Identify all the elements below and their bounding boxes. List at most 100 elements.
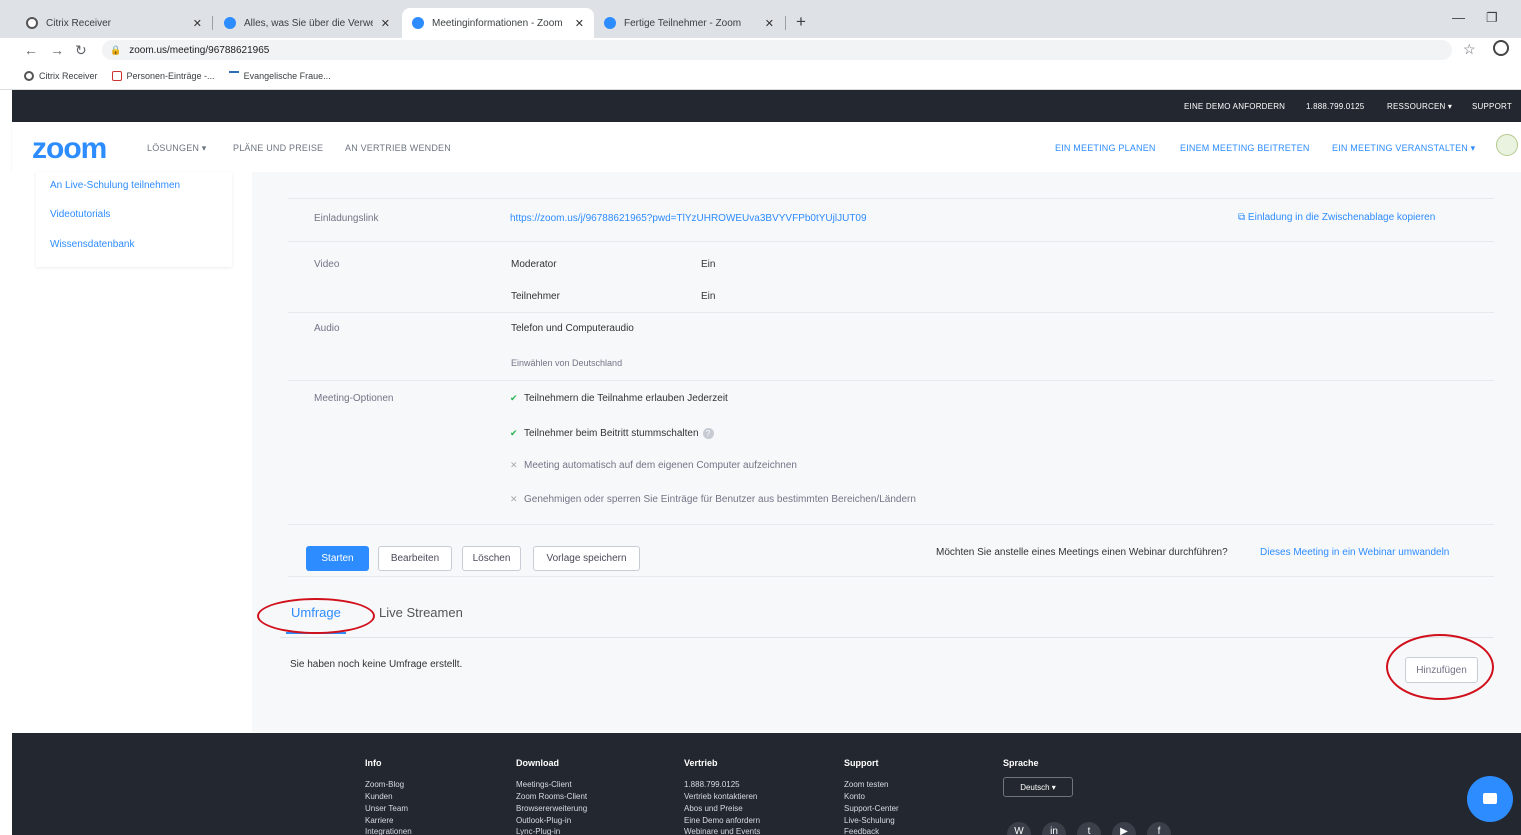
account-icon[interactable] <box>1493 40 1509 56</box>
option-auto-record: ✕ Meeting automatisch auf dem eigenen Co… <box>510 460 797 471</box>
option-label: Genehmigen oder sperren Sie Einträge für… <box>524 494 916 505</box>
check-icon: ✔ <box>510 393 518 403</box>
footer-link[interactable]: Zoom Rooms-Client <box>516 792 587 801</box>
support-link[interactable]: SUPPORT <box>1472 102 1512 111</box>
invite-link[interactable]: https://zoom.us/j/96788621965?pwd=TlYzUH… <box>510 213 867 224</box>
facebook-icon[interactable]: f <box>1147 822 1171 835</box>
reload-icon[interactable]: ↻ <box>75 42 87 59</box>
close-icon[interactable]: ✕ <box>381 17 390 30</box>
footer-link[interactable]: Kunden <box>365 792 393 801</box>
close-icon[interactable]: ✕ <box>575 17 584 30</box>
chat-button[interactable] <box>1467 776 1513 822</box>
footer-link[interactable]: Unser Team <box>365 804 408 813</box>
participant-video-value: Ein <box>701 291 716 302</box>
check-icon: ✔ <box>510 428 518 438</box>
info-icon[interactable]: ? <box>702 428 714 439</box>
footer-link[interactable]: 1.888.799.0125 <box>684 780 740 789</box>
url-input[interactable]: 🔒 zoom.us/meeting/96788621965 <box>102 40 1452 60</box>
footer-link[interactable]: Zoom-Blog <box>365 780 404 789</box>
youtube-icon[interactable]: ▶ <box>1112 822 1136 835</box>
footer-heading-language: Sprache <box>1003 758 1039 768</box>
close-icon[interactable]: ✕ <box>765 17 774 30</box>
phone-link[interactable]: 1.888.799.0125 <box>1306 102 1364 111</box>
copy-invite-button[interactable]: ⧉ Einladung in die Zwischenablage kopier… <box>1238 212 1435 223</box>
restore-icon[interactable]: ❐ <box>1486 10 1498 26</box>
footer-link[interactable]: Integrationen <box>365 827 412 835</box>
footer-link[interactable]: Live-Schulung <box>844 816 895 825</box>
footer-link[interactable]: Outlook-Plug-in <box>516 816 571 825</box>
browser-tab-meetinginfo[interactable]: Meetinginformationen - Zoom ✕ <box>402 8 594 38</box>
browser-tab-alles[interactable]: Alles, was Sie über die Verwendu ✕ <box>214 8 400 38</box>
solutions-menu[interactable]: LÖSUNGEN ▾ <box>147 143 207 154</box>
footer-link[interactable]: Karriere <box>365 816 393 825</box>
invite-link-label: Einladungslink <box>314 213 379 224</box>
footer-link[interactable]: Browsererweiterung <box>516 804 587 813</box>
sidebar-item-knowledge-base[interactable]: Wissensdatenbank <box>50 239 135 250</box>
bookmark-personen[interactable]: Personen-Einträge -... <box>111 71 215 81</box>
footer-link[interactable]: Abos und Preise <box>684 804 743 813</box>
option-label: Teilnehmer beim Beitritt stummschalten <box>524 428 699 439</box>
footer-link[interactable]: Konto <box>844 792 865 801</box>
sidebar-item-video-tutorials[interactable]: Videotutorials <box>50 209 110 220</box>
delete-button[interactable]: Löschen <box>462 546 521 571</box>
back-icon[interactable]: ← <box>24 42 38 58</box>
footer-link[interactable]: Webinare und Events <box>684 827 760 835</box>
browser-tab-citrix[interactable]: Citrix Receiver ✕ <box>16 8 212 38</box>
user-avatar[interactable] <box>1496 134 1518 156</box>
sidebar-item-live-training[interactable]: An Live-Schulung teilnehmen <box>50 180 180 191</box>
lock-icon: 🔒 <box>110 44 122 55</box>
edit-button[interactable]: Bearbeiten <box>378 546 452 571</box>
footer-link[interactable]: Support-Center <box>844 804 899 813</box>
save-template-button[interactable]: Vorlage speichern <box>533 546 640 571</box>
wordpress-icon[interactable]: W <box>1007 822 1031 835</box>
language-select[interactable]: Deutsch ▾ <box>1003 777 1073 797</box>
convert-webinar-link[interactable]: Dieses Meeting in ein Webinar umwandeln <box>1260 547 1449 558</box>
bookmarks-bar: Citrix Receiver Personen-Einträge -... E… <box>0 63 1521 90</box>
zoom-logo[interactable]: zoom <box>32 132 107 166</box>
tab-separator <box>785 16 786 30</box>
zoom-icon <box>412 17 424 29</box>
copy-icon: ⧉ <box>1238 212 1248 223</box>
annotation-circle <box>1386 634 1494 700</box>
minimize-icon[interactable]: — <box>1452 10 1465 25</box>
host-meeting-menu[interactable]: EIN MEETING VERANSTALTEN ▾ <box>1332 143 1475 154</box>
meeting-options-label: Meeting-Optionen <box>314 393 394 404</box>
bookmark-evangelische[interactable]: Evangelische Fraue... <box>228 71 331 81</box>
dialin-text: Einwählen von Deutschland <box>511 358 623 368</box>
start-button[interactable]: Starten <box>306 546 369 571</box>
video-label: Video <box>314 259 340 270</box>
tab-label: Meetinginformationen - Zoom <box>432 17 563 29</box>
bookmark-citrix[interactable]: Citrix Receiver <box>24 71 98 81</box>
tab-label: Citrix Receiver <box>46 17 112 29</box>
footer-link[interactable]: Vertrieb kontaktieren <box>684 792 757 801</box>
divider <box>288 241 1494 242</box>
request-demo-link[interactable]: EINE DEMO ANFORDERN <box>1184 102 1285 111</box>
resources-menu[interactable]: RESSOURCEN ▾ <box>1387 102 1452 111</box>
zoom-icon <box>604 17 616 29</box>
zoom-main-nav: zoom LÖSUNGEN ▾ PLÄNE UND PREISE AN VERT… <box>12 122 1521 172</box>
calendar-icon <box>111 71 122 81</box>
plans-pricing-link[interactable]: PLÄNE UND PREISE <box>233 143 323 153</box>
bookmark-label: Citrix Receiver <box>39 71 98 81</box>
linkedin-icon[interactable]: in <box>1042 822 1066 835</box>
audio-label: Audio <box>314 323 340 334</box>
close-icon[interactable]: ✕ <box>193 17 202 30</box>
browser-tab-teilnehmer[interactable]: Fertige Teilnehmer - Zoom ✕ <box>594 8 784 38</box>
join-meeting-link[interactable]: EINEM MEETING BEITRETEN <box>1180 143 1310 153</box>
twitter-icon[interactable]: t <box>1077 822 1101 835</box>
tab-label: Alles, was Sie über die Verwendu <box>244 17 373 29</box>
footer-link[interactable]: Eine Demo anfordern <box>684 816 760 825</box>
bookmark-star-icon[interactable]: ☆ <box>1463 41 1476 58</box>
footer-link[interactable]: Meetings-Client <box>516 780 572 789</box>
footer-link[interactable]: Feedback <box>844 827 879 835</box>
new-tab-icon[interactable]: + <box>796 12 806 32</box>
footer-link[interactable]: Lync-Plug-in <box>516 827 560 835</box>
contact-sales-link[interactable]: AN VERTRIEB WENDEN <box>345 143 451 153</box>
footer-link[interactable]: Zoom testen <box>844 780 888 789</box>
zoom-icon <box>224 17 236 29</box>
schedule-meeting-link[interactable]: EIN MEETING PLANEN <box>1055 143 1156 153</box>
annotation-circle <box>257 598 375 634</box>
forward-icon[interactable]: → <box>50 42 64 58</box>
chat-icon <box>1483 793 1497 804</box>
tab-live-stream[interactable]: Live Streamen <box>379 605 463 620</box>
